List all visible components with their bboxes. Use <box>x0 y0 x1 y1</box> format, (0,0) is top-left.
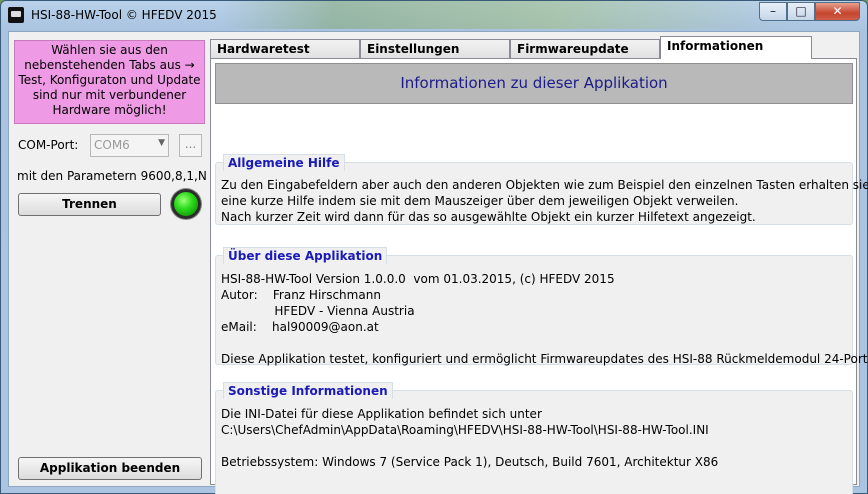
exit-application-button[interactable]: Applikation beenden <box>18 457 202 480</box>
about-text: HSI-88-HW-Tool Version 1.0.0.0 vom 01.03… <box>221 272 868 366</box>
tab-informationen[interactable]: Informationen <box>660 36 812 59</box>
connection-status-led <box>171 189 201 219</box>
chevron-down-icon: ▼ <box>158 138 165 148</box>
other-info-text: Die INI-Datei für diese Applikation befi… <box>221 407 719 469</box>
tab-page-informationen: Informationen zu dieser Applikation Allg… <box>210 58 868 494</box>
hint-box: Wählen sie aus den nebenstehenden Tabs a… <box>14 40 205 124</box>
title-bar-background-decor <box>221 1 781 29</box>
tab-hardwaretest[interactable]: Hardwaretest <box>210 39 360 59</box>
disconnect-button[interactable]: Trennen <box>18 193 161 216</box>
close-icon: ✕ <box>832 4 843 18</box>
tab-einstellungen[interactable]: Einstellungen <box>360 39 510 59</box>
com-port-select[interactable]: COM6 ▼ <box>90 134 169 157</box>
app-window: HSI-88-HW-Tool © HFEDV 2015 – □ ✕ Wählen… <box>0 0 868 494</box>
page-title: Informationen zu dieser Applikation <box>215 63 853 104</box>
maximize-icon: □ <box>795 4 807 18</box>
title-bar[interactable]: HSI-88-HW-Tool © HFEDV 2015 – □ ✕ <box>1 1 867 31</box>
minimize-button[interactable]: – <box>759 2 787 21</box>
general-help-group: Allgemeine Hilfe Zu den Eingabefeldern a… <box>215 154 868 225</box>
client-area: Wählen sie aus den nebenstehenden Tabs a… <box>8 31 868 494</box>
about-title: Über diese Applikation <box>223 247 388 264</box>
maximize-button[interactable]: □ <box>787 2 815 21</box>
general-help-text: Zu den Eingabefeldern aber auch den ande… <box>221 178 868 224</box>
tab-firmwareupdate[interactable]: Firmwareupdate <box>510 39 660 59</box>
window-title: HSI-88-HW-Tool © HFEDV 2015 <box>31 8 217 22</box>
other-info-group: Sonstige Informationen Die INI-Datei für… <box>215 382 853 494</box>
close-button[interactable]: ✕ <box>815 2 860 21</box>
other-info-title: Sonstige Informationen <box>223 382 393 399</box>
connection-parameters: mit den Parametern 9600,8,1,N <box>17 169 207 183</box>
com-port-browse-button[interactable]: ... <box>179 134 202 157</box>
about-group: Über diese Applikation HSI-88-HW-Tool Ve… <box>215 247 868 366</box>
tab-bar: Hardwaretest Einstellungen Firmwareupdat… <box>210 36 860 59</box>
com-port-label: COM-Port: <box>18 138 79 152</box>
minimize-icon: – <box>770 4 776 18</box>
app-icon[interactable] <box>8 7 24 23</box>
general-help-title: Allgemeine Hilfe <box>223 154 345 171</box>
com-port-value: COM6 <box>94 138 130 152</box>
